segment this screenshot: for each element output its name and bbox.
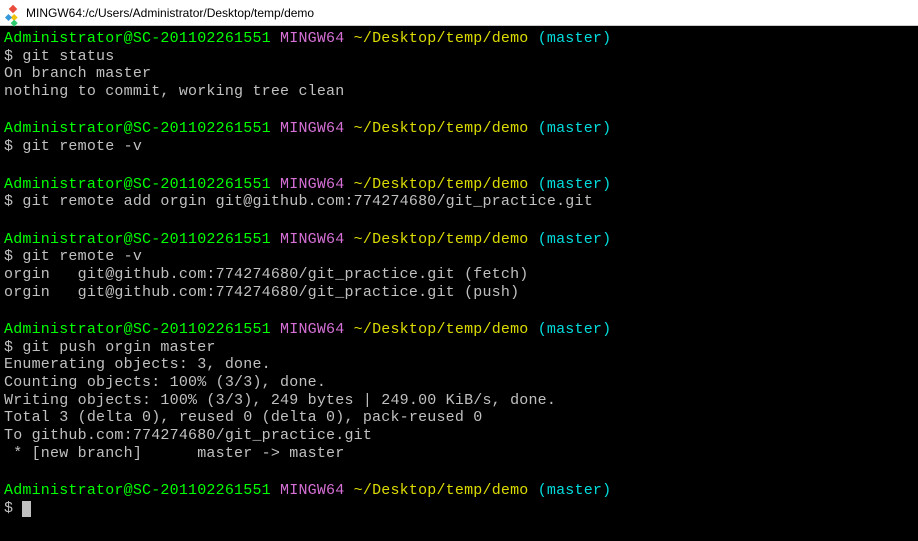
prompt-branch: (master) bbox=[538, 120, 612, 137]
terminal-block: Administrator@SC-201102261551 MINGW64 ~/… bbox=[4, 231, 914, 302]
terminal-body[interactable]: Administrator@SC-201102261551 MINGW64 ~/… bbox=[0, 26, 918, 541]
command-line: $ bbox=[4, 500, 914, 518]
window-title: MINGW64:/c/Users/Administrator/Desktop/t… bbox=[26, 6, 314, 20]
prompt-env: MINGW64 bbox=[280, 30, 344, 47]
prompt-user-host: Administrator@SC-201102261551 bbox=[4, 321, 271, 338]
command-output: Enumerating objects: 3, done. Counting o… bbox=[4, 356, 914, 462]
prompt-user-host: Administrator@SC-201102261551 bbox=[4, 482, 271, 499]
command-output: orgin git@github.com:774274680/git_pract… bbox=[4, 266, 914, 301]
command-line: $ git push orgin master bbox=[4, 339, 914, 357]
app-icon bbox=[6, 6, 20, 20]
prompt-user-host: Administrator@SC-201102261551 bbox=[4, 120, 271, 137]
prompt-user-host: Administrator@SC-201102261551 bbox=[4, 30, 271, 47]
blank-line bbox=[4, 103, 914, 121]
command-line: $ git remote -v bbox=[4, 248, 914, 266]
blank-line bbox=[4, 303, 914, 321]
prompt-path: ~/Desktop/temp/demo bbox=[354, 176, 529, 193]
prompt-user-host: Administrator@SC-201102261551 bbox=[4, 176, 271, 193]
command-output: On branch master nothing to commit, work… bbox=[4, 65, 914, 100]
prompt-branch: (master) bbox=[538, 231, 612, 248]
terminal-block: Administrator@SC-201102261551 MINGW64 ~/… bbox=[4, 30, 914, 101]
prompt-line: Administrator@SC-201102261551 MINGW64 ~/… bbox=[4, 120, 914, 138]
prompt-env: MINGW64 bbox=[280, 482, 344, 499]
terminal-block: Administrator@SC-201102261551 MINGW64 ~/… bbox=[4, 482, 914, 517]
prompt-line: Administrator@SC-201102261551 MINGW64 ~/… bbox=[4, 482, 914, 500]
prompt-path: ~/Desktop/temp/demo bbox=[354, 120, 529, 137]
prompt-branch: (master) bbox=[538, 482, 612, 499]
cursor bbox=[22, 501, 31, 517]
blank-line bbox=[4, 465, 914, 483]
prompt-env: MINGW64 bbox=[280, 321, 344, 338]
blank-line bbox=[4, 213, 914, 231]
terminal-block: Administrator@SC-201102261551 MINGW64 ~/… bbox=[4, 321, 914, 463]
command-line: $ git status bbox=[4, 48, 914, 66]
prompt-branch: (master) bbox=[538, 176, 612, 193]
prompt-branch: (master) bbox=[538, 30, 612, 47]
prompt-branch: (master) bbox=[538, 321, 612, 338]
terminal-block: Administrator@SC-201102261551 MINGW64 ~/… bbox=[4, 120, 914, 155]
prompt-line: Administrator@SC-201102261551 MINGW64 ~/… bbox=[4, 231, 914, 249]
command-line: $ git remote add orgin git@github.com:77… bbox=[4, 193, 914, 211]
prompt-line: Administrator@SC-201102261551 MINGW64 ~/… bbox=[4, 321, 914, 339]
prompt-path: ~/Desktop/temp/demo bbox=[354, 30, 529, 47]
prompt-env: MINGW64 bbox=[280, 176, 344, 193]
prompt-line: Administrator@SC-201102261551 MINGW64 ~/… bbox=[4, 30, 914, 48]
window-titlebar: MINGW64:/c/Users/Administrator/Desktop/t… bbox=[0, 0, 918, 26]
prompt-user-host: Administrator@SC-201102261551 bbox=[4, 231, 271, 248]
prompt-path: ~/Desktop/temp/demo bbox=[354, 321, 529, 338]
blank-line bbox=[4, 158, 914, 176]
prompt-path: ~/Desktop/temp/demo bbox=[354, 482, 529, 499]
command-line: $ git remote -v bbox=[4, 138, 914, 156]
terminal-block: Administrator@SC-201102261551 MINGW64 ~/… bbox=[4, 176, 914, 211]
prompt-env: MINGW64 bbox=[280, 231, 344, 248]
prompt-env: MINGW64 bbox=[280, 120, 344, 137]
prompt-line: Administrator@SC-201102261551 MINGW64 ~/… bbox=[4, 176, 914, 194]
prompt-path: ~/Desktop/temp/demo bbox=[354, 231, 529, 248]
